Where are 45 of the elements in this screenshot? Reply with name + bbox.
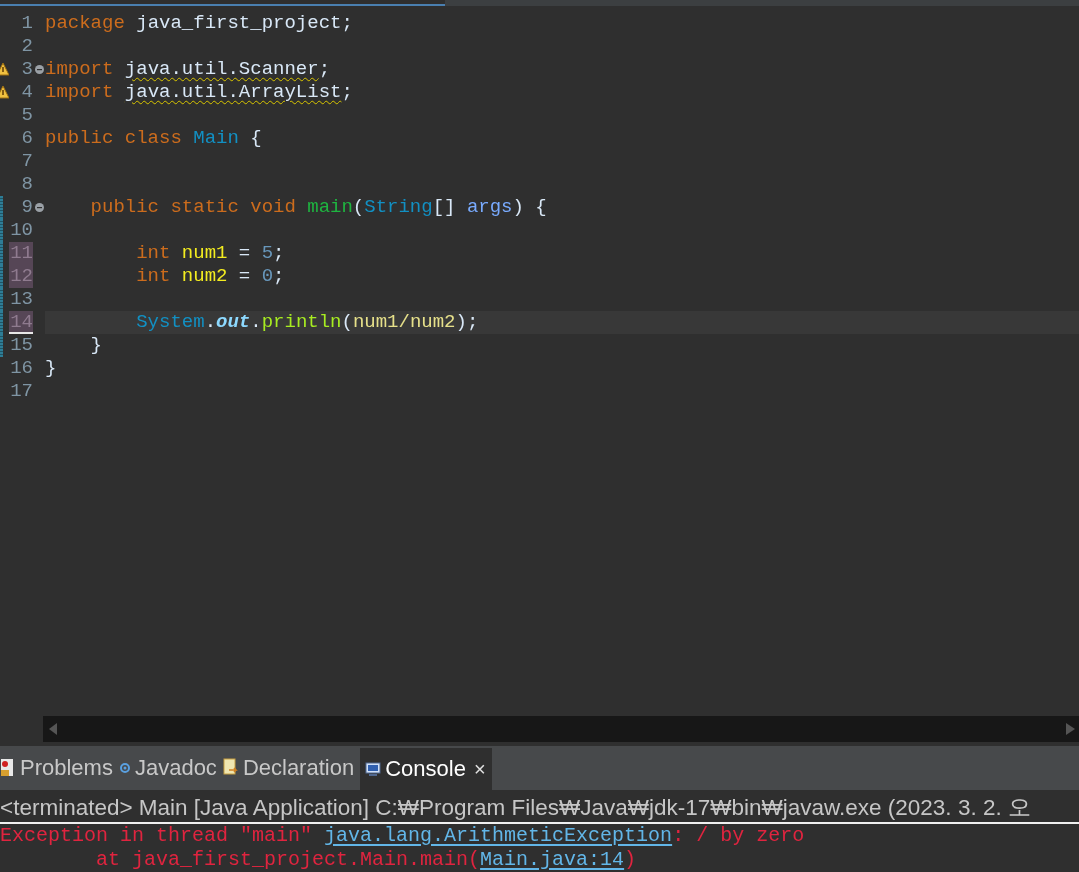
line-number: 2	[20, 35, 33, 58]
code-line: package java_first_project;	[45, 12, 353, 34]
line-number: 12	[9, 265, 33, 288]
declaration-icon	[222, 758, 239, 778]
code-line: public class Main {	[45, 127, 262, 149]
line-number: 10	[9, 219, 33, 242]
line-number: 4	[20, 81, 33, 104]
code-line: int num2 = 0;	[135, 265, 285, 287]
line-number: 15	[9, 334, 33, 357]
view-tab[interactable]: Console ×	[360, 748, 492, 790]
collapse-icon[interactable]	[35, 203, 44, 212]
line-number: 11	[9, 242, 33, 265]
line-number: 7	[20, 150, 33, 173]
code-line: import java.util.ArrayList;	[45, 81, 353, 103]
code-line: }	[89, 334, 102, 356]
line-number: 9	[20, 196, 33, 219]
horizontal-scrollbar[interactable]	[43, 716, 1079, 742]
code-line: int num1 = 5;	[135, 242, 285, 264]
console-header: <terminated> Main [Java Application] C:₩Program Files₩Java₩jdk-17₩bin₩javaw.exe (2023. 3. 2. 오	[0, 794, 1079, 824]
view-tab[interactable]: Problems	[0, 746, 119, 790]
line-number: 14	[9, 311, 33, 334]
scroll-left-icon[interactable]	[49, 723, 58, 735]
line-number: 16	[9, 357, 33, 380]
collapse-icon[interactable]	[35, 65, 44, 74]
stack-trace-link[interactable]: Main.java:14	[480, 848, 625, 871]
stack-trace-link[interactable]: java.lang.ArithmeticException	[324, 824, 673, 847]
scroll-right-icon[interactable]	[1066, 723, 1075, 735]
code-line: System.out.println(num1/num2);	[135, 311, 479, 333]
line-number: 1	[20, 12, 33, 35]
view-tab[interactable]: Declaration	[222, 746, 361, 790]
line-number: 8	[20, 173, 33, 196]
line-number: 5	[20, 104, 33, 127]
monitor-icon	[365, 761, 382, 777]
code-line: public static void main(String[] args) {	[89, 196, 547, 218]
problems-icon	[0, 758, 16, 778]
view-tab[interactable]: Javadoc	[118, 746, 223, 790]
console-line: at java_first_project.Main.main(Main.java:14)	[95, 848, 637, 871]
line-number: 3	[20, 58, 33, 81]
console-line: Exception in thread "main" java.lang.ArithmeticException: / by zero	[0, 824, 805, 847]
close-icon[interactable]: ×	[473, 757, 486, 781]
code-line: import java.util.Scanner;	[45, 58, 331, 80]
line-number: 13	[9, 288, 33, 311]
line-number: 6	[20, 127, 33, 150]
line-number: 17	[9, 380, 33, 403]
code-line: }	[45, 357, 57, 379]
